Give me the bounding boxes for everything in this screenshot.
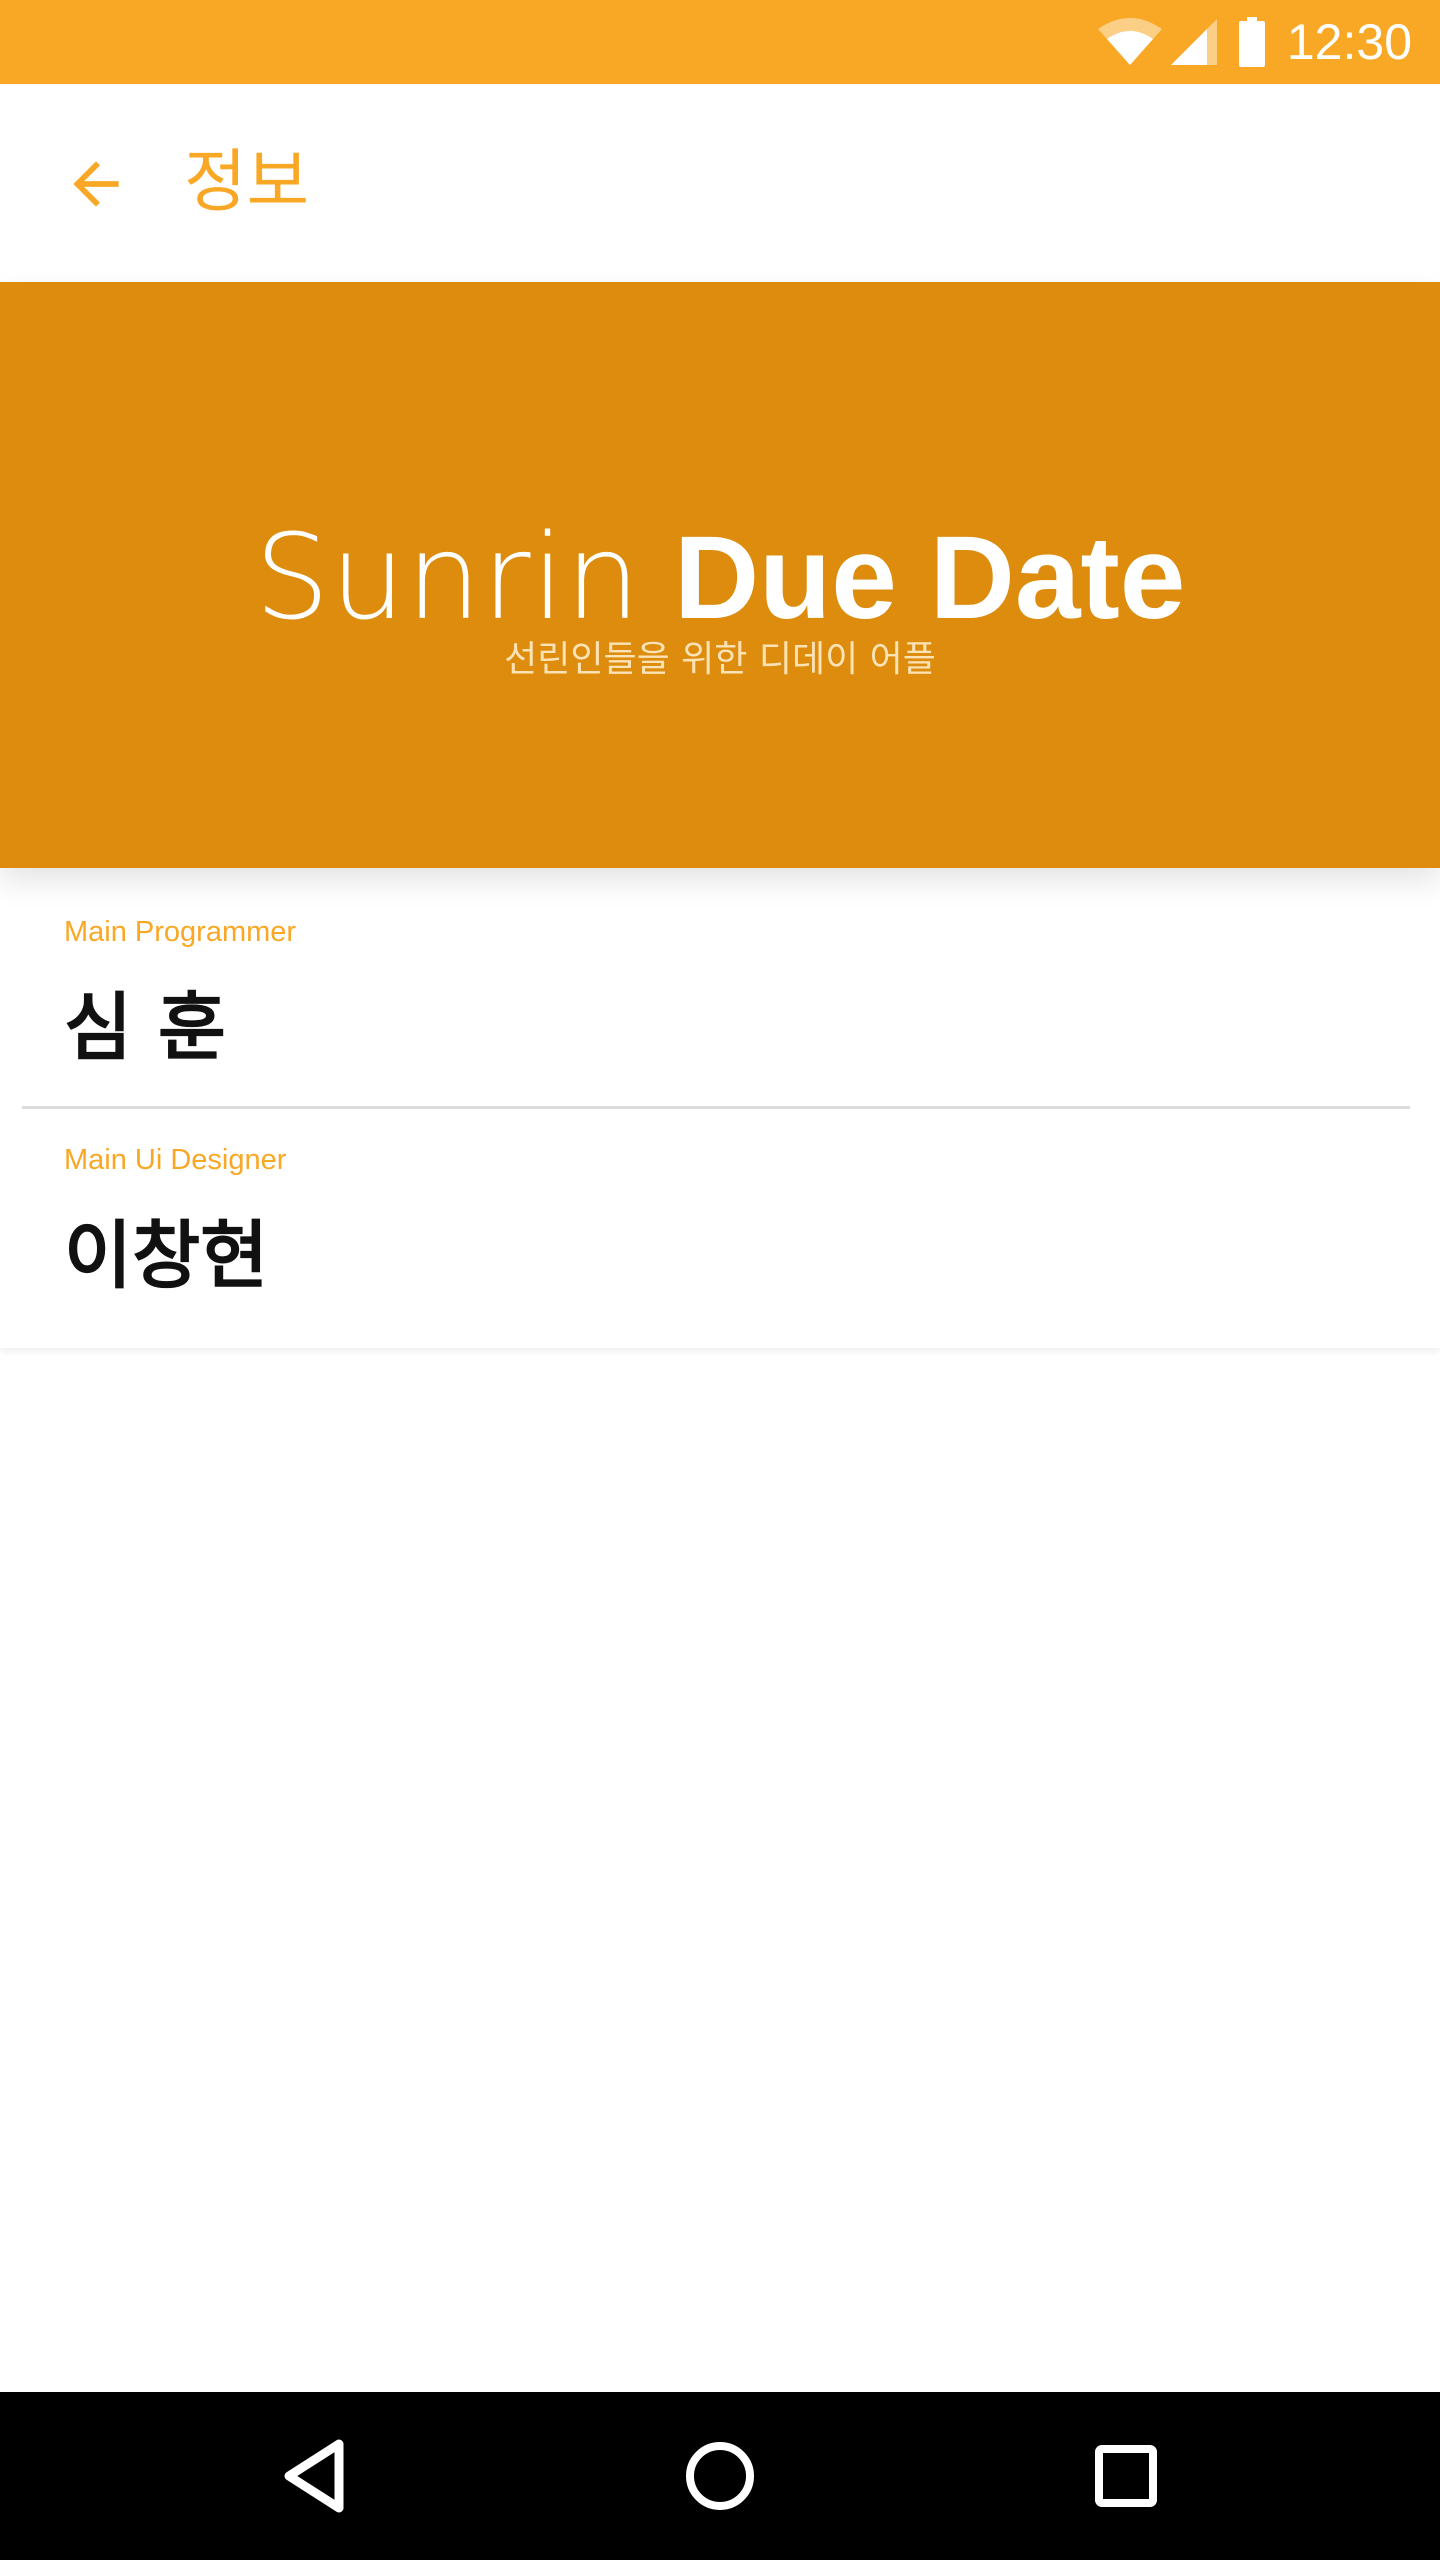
status-bar: 12:30 (0, 0, 1440, 84)
back-button[interactable] (52, 140, 140, 228)
app-bar: 정보 (0, 84, 1440, 282)
battery-icon (1238, 17, 1265, 67)
app-name-bold: Due Date (673, 512, 1186, 644)
credit-role: Main Ui Designer (64, 1144, 287, 1176)
credits-card: Main Programmer 심 훈 Main Ui Designer 이창현 (0, 868, 1440, 1348)
status-icons: 12:30 (1097, 0, 1412, 84)
credit-role: Main Programmer (64, 916, 297, 948)
status-time: 12:30 (1286, 14, 1412, 70)
hero-banner: Sunrin Due Date 선린인들을 위한 디데이 어플 (0, 282, 1440, 868)
credit-name: 이창현 (64, 1213, 269, 1299)
page-title: 정보 (184, 143, 310, 222)
credit-name: 심 훈 (64, 985, 226, 1071)
app-tagline: 선린인들을 위한 디데이 어플 (504, 639, 936, 680)
nav-home-button[interactable] (670, 2426, 770, 2526)
nav-recents-button[interactable] (1076, 2426, 1176, 2526)
cellular-signal-icon (1169, 17, 1219, 67)
credit-row-programmer: Main Programmer 심 훈 (0, 868, 1440, 1109)
credit-row-designer: Main Ui Designer 이창현 (0, 1108, 1440, 1348)
app-name: Sunrin Due Date (0, 512, 1440, 643)
home-circle-icon (686, 2442, 754, 2510)
wifi-icon (1097, 17, 1163, 67)
navigation-bar (0, 2392, 1440, 2560)
about-screen: 12:30 정보 Sunrin Due Date 선린인들을 위한 디데이 어플… (0, 0, 1440, 2560)
back-triangle-icon (284, 2439, 344, 2513)
nav-back-button[interactable] (266, 2426, 366, 2526)
arrow-back-icon (73, 161, 119, 207)
recents-square-icon (1095, 2445, 1157, 2507)
app-name-light: Sunrin (254, 508, 642, 646)
